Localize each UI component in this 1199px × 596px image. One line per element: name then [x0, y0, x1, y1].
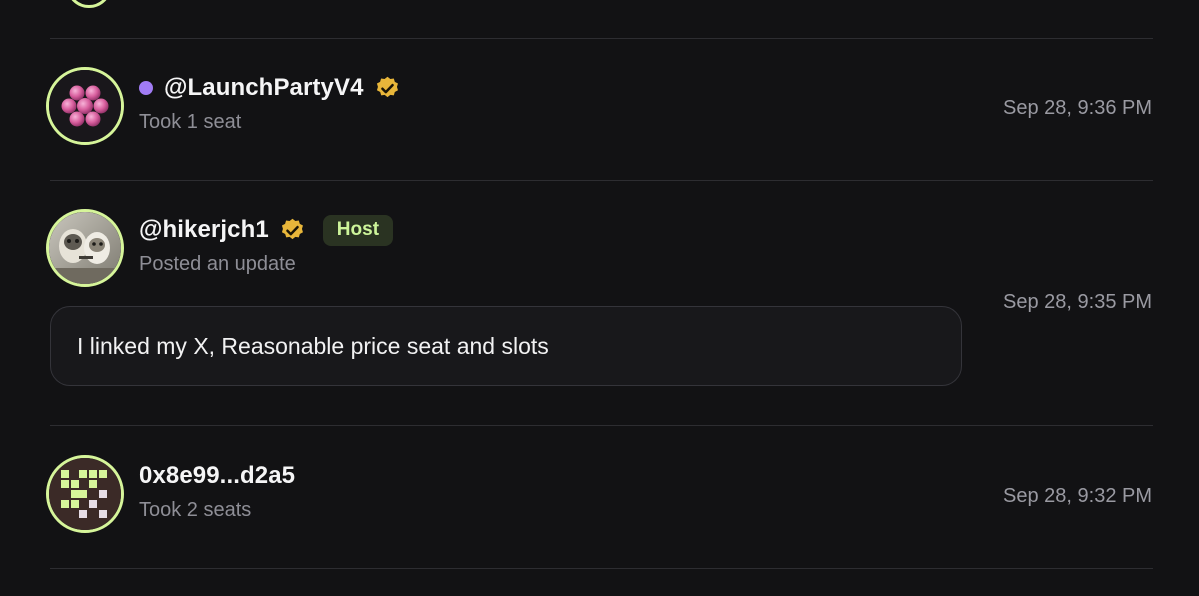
- user-line: 0x8e99...d2a5: [139, 461, 295, 491]
- username[interactable]: @LaunchPartyV4: [164, 74, 364, 102]
- update-message-text: I linked my X, Reasonable price seat and…: [77, 332, 549, 359]
- online-dot-icon: [139, 81, 153, 95]
- pixel-pattern-avatar: [49, 458, 121, 530]
- verified-badge-icon: [374, 75, 401, 102]
- username[interactable]: @hikerjch1: [139, 216, 269, 244]
- previous-avatar[interactable]: [66, 0, 112, 8]
- avatar[interactable]: [46, 455, 124, 533]
- action-text: Posted an update: [139, 253, 296, 275]
- activity-feed: @LaunchPartyV4 Took 1 seat Sep 28, 9:36 …: [0, 0, 1199, 596]
- user-line: @hikerjch1 Host: [139, 214, 394, 246]
- timestamp: Sep 28, 9:35 PM: [1003, 291, 1152, 313]
- divider: [50, 425, 1153, 426]
- pink-dots-avatar: [49, 70, 121, 142]
- photo-avatar: [49, 212, 121, 284]
- username[interactable]: 0x8e99...d2a5: [139, 462, 295, 490]
- verified-badge-icon: [279, 217, 306, 244]
- action-text: Took 1 seat: [139, 111, 242, 133]
- avatar[interactable]: [46, 209, 124, 287]
- update-message-box: I linked my X, Reasonable price seat and…: [50, 306, 962, 386]
- divider: [50, 38, 1153, 39]
- host-badge: Host: [322, 214, 394, 246]
- user-line: @LaunchPartyV4: [139, 73, 401, 103]
- timestamp: Sep 28, 9:32 PM: [1003, 485, 1152, 507]
- avatar[interactable]: [46, 67, 124, 145]
- timestamp: Sep 28, 9:36 PM: [1003, 97, 1152, 119]
- divider: [50, 180, 1153, 181]
- divider: [50, 568, 1153, 569]
- action-text: Took 2 seats: [139, 499, 252, 521]
